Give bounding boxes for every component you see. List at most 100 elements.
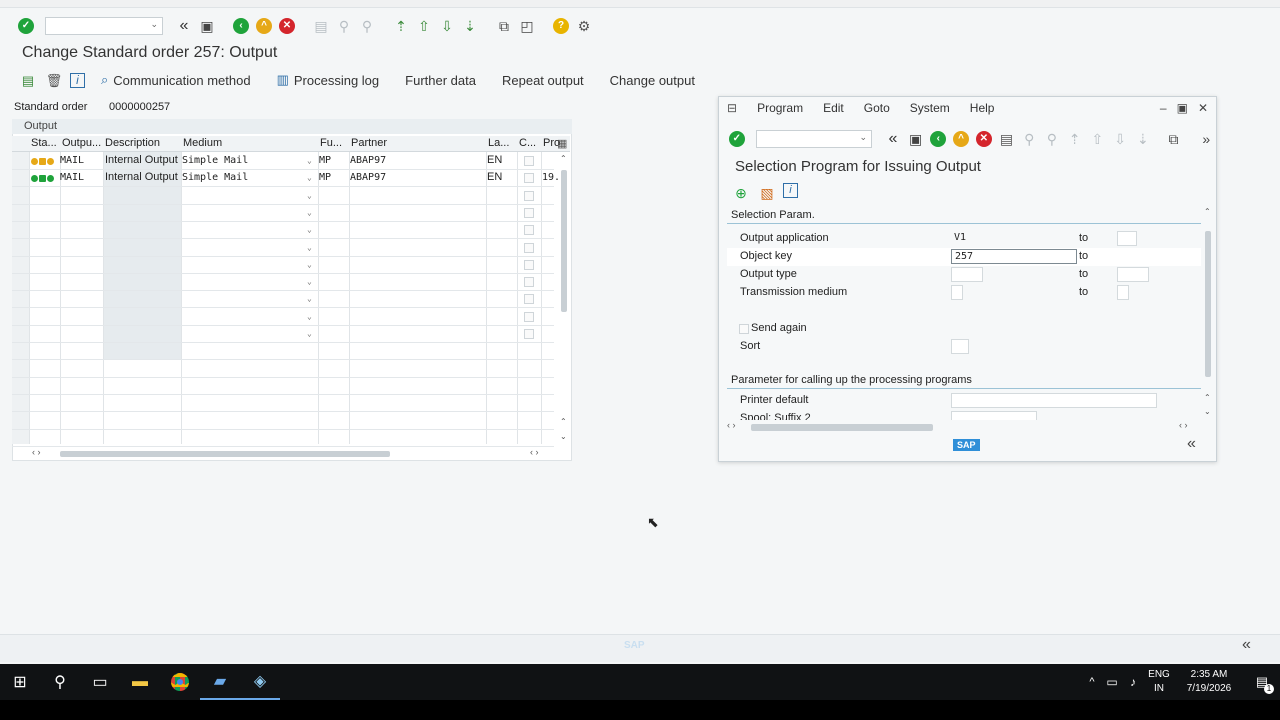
dialog-enter-icon[interactable]: ✓ [727,129,747,149]
chevron-down-icon[interactable]: ⌄ [150,19,158,30]
chevron-down-icon[interactable]: ⌄ [307,225,312,234]
table-row[interactable] [12,343,554,361]
dialog-exit-icon[interactable]: ^ [951,129,971,149]
dialog-next-page-icon[interactable]: ⇩ [1110,129,1130,149]
table-row[interactable] [12,413,554,430]
dialog-print-icon[interactable]: ▤ [997,129,1017,149]
chevron-down-icon[interactable]: ⌄ [307,294,312,303]
first-page-icon[interactable]: ⇡ [391,16,411,36]
variant-icon[interactable]: ▧ [757,183,777,203]
dialog-info-icon[interactable]: i [783,183,798,198]
table-vscroll[interactable]: ⌃ ⌃ ⌄ [560,152,568,442]
processing-log-button[interactable]: ▥ Processing log [267,72,390,88]
language-indicator[interactable]: ENG IN [1144,668,1174,696]
comm-checkbox[interactable] [524,207,534,218]
file-explorer-icon[interactable]: ▬ [120,664,160,700]
comm-checkbox[interactable] [524,225,534,236]
volume-icon[interactable]: ♪ [1122,664,1144,700]
dialog-find-next-icon[interactable]: ⚲ [1042,129,1062,149]
status-collapse-icon[interactable]: « [1242,636,1251,654]
dialog-back-icon[interactable]: « [883,129,903,149]
network-icon[interactable]: ▭ [1102,664,1122,700]
sap-gui-icon[interactable]: ◈ [240,664,280,700]
table-row[interactable] [12,378,554,395]
comm-checkbox[interactable] [524,311,534,322]
further-data-button[interactable]: Further data [395,73,486,88]
chevron-down-icon[interactable]: ⌄ [307,312,312,321]
input-output-application-to[interactable] [1117,231,1137,246]
collapse-icon[interactable]: « [1187,435,1196,453]
chevron-down-icon[interactable]: ⌄ [307,329,312,338]
minimize-icon[interactable]: – [1160,101,1167,115]
comm-checkbox[interactable] [524,329,534,339]
sap-logon-icon[interactable]: ▰ [200,664,240,700]
info-icon[interactable]: i [70,72,85,88]
find-icon[interactable]: ⚲ [334,16,354,36]
printer-default-input[interactable] [951,393,1157,408]
task-view-icon[interactable]: ▭ [80,664,120,700]
table-row[interactable]: ⌄ [12,309,554,326]
repeat-output-button[interactable]: Repeat output [492,73,594,88]
new-session-icon[interactable]: ⧉ [494,16,514,36]
chevron-down-icon[interactable]: ⌄ [307,260,312,269]
notification-icon[interactable]: ▤ 1 [1244,664,1280,700]
table-row[interactable]: ⌄ [12,257,554,274]
table-row[interactable]: MAIL Internal Output Simple Mail MP ABAP97 EN… [12,153,554,170]
table-row[interactable]: ⌄ [12,291,554,309]
table-row[interactable]: ⌄ [12,326,554,343]
prev-page-icon[interactable]: ⇧ [414,16,434,36]
table-row[interactable] [12,395,554,413]
start-icon[interactable]: ⊞ [0,664,40,700]
enter-icon[interactable]: ✓ [16,16,36,36]
send-again-checkbox[interactable] [739,324,749,334]
table-row[interactable]: ⌄ [12,188,554,205]
table-row[interactable]: ⌄ [12,240,554,257]
input-object-key[interactable]: 257 [951,249,1077,264]
chevron-down-icon[interactable]: ⌄ [307,208,312,217]
find-next-icon[interactable]: ⚲ [357,16,377,36]
dialog-more-icon[interactable]: » [1196,129,1216,149]
chevron-down-icon[interactable]: ⌄ [307,191,312,200]
back-icon[interactable]: « [174,16,194,36]
input-transmission-medium-to[interactable] [1117,285,1129,300]
last-page-icon[interactable]: ⇣ [460,16,480,36]
dialog-find-icon[interactable]: ⚲ [1019,129,1039,149]
table-row[interactable]: ⌄ [12,222,554,240]
dialog-menu-icon[interactable]: ⊟ [727,101,737,115]
chrome-icon[interactable] [160,664,200,700]
dialog-hscroll[interactable]: ‹ › ‹ › [727,420,1207,433]
exit-icon[interactable]: ^ [254,16,274,36]
chevron-down-icon[interactable]: ⌄ [307,243,312,252]
menu-help[interactable]: Help [970,101,995,115]
dialog-save-icon[interactable]: ▣ [906,129,926,149]
chevron-down-icon[interactable]: ⌄ [860,132,868,143]
dialog-cancel-icon[interactable]: ✕ [974,129,994,149]
shortcut-icon[interactable]: ◰ [517,16,537,36]
dialog-vscroll[interactable]: ⌃ ⌃ ⌄ [1204,207,1212,419]
chevron-down-icon[interactable]: ⌄ [307,173,312,182]
clock[interactable]: 2:35 AM 7/19/2026 [1174,668,1244,696]
comm-checkbox[interactable] [524,173,534,184]
next-page-icon[interactable]: ⇩ [437,16,457,36]
command-field[interactable]: ⌄ [45,17,163,35]
chevron-up-icon[interactable]: ^ [1082,664,1102,700]
communication-method-button[interactable]: ⌕ Communication method [91,72,261,88]
sort-input[interactable] [951,339,969,354]
settings-icon[interactable]: ⚙ [574,16,594,36]
chevron-down-icon[interactable]: ⌄ [307,156,312,165]
table-hscroll[interactable]: ‹ › ‹ › [32,447,562,459]
print-icon[interactable]: ▤ [311,16,331,36]
comm-checkbox[interactable] [524,242,534,253]
dialog-new-session-icon[interactable]: ⧉ [1164,129,1184,149]
maximize-icon[interactable]: ▣ [1177,101,1188,115]
dialog-green-back-icon[interactable]: ‹ [928,129,948,149]
table-row[interactable] [12,361,554,378]
comm-checkbox[interactable] [524,156,534,166]
dialog-prev-page-icon[interactable]: ⇧ [1088,129,1108,149]
save-icon[interactable]: ▣ [197,16,217,36]
spool-suffix-input[interactable] [951,411,1037,420]
comm-checkbox[interactable] [524,277,534,288]
input-output-type[interactable] [951,267,983,282]
menu-program[interactable]: Program [757,101,803,115]
dialog-first-page-icon[interactable]: ⇡ [1065,129,1085,149]
